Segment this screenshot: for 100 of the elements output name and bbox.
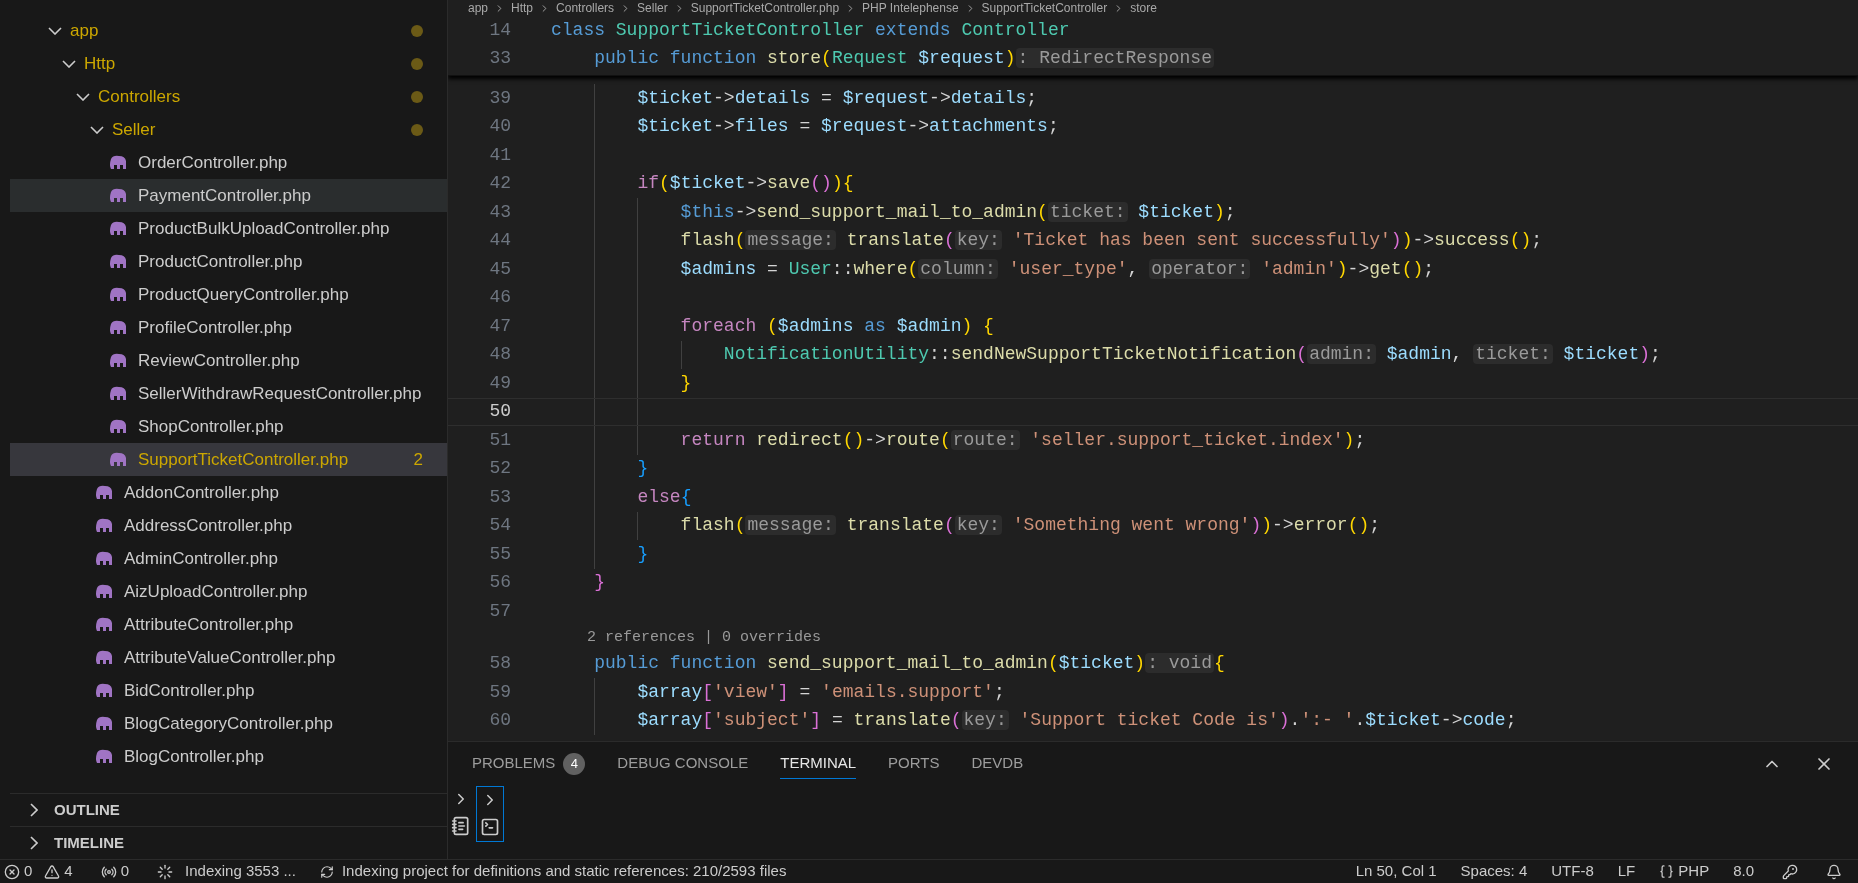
line-number: 58 (488, 652, 512, 676)
code-line: $array['view'] = 'emails.support'; (636, 680, 1005, 704)
file-name: ShopController.php (138, 415, 284, 438)
file-name: ProductQueryController.php (138, 283, 349, 306)
breadcrumb-item[interactable]: app (468, 0, 489, 16)
breadcrumb-item[interactable]: Controllers (556, 0, 615, 16)
line-ending[interactable]: LF (1617, 860, 1636, 883)
line-number: 46 (488, 286, 512, 310)
file-name: AdminController.php (124, 547, 279, 570)
file-name: AizUploadController.php (124, 580, 308, 603)
file-row[interactable]: AttributeValueController.php (10, 641, 447, 674)
codelens-text[interactable]: 2 references | 0 overrides (551, 627, 822, 650)
file-row[interactable]: ReviewController.php (10, 344, 447, 377)
panel-tab[interactable]: PORTS (888, 749, 940, 779)
notebook-icon[interactable] (451, 816, 471, 836)
line-number: 52 (488, 457, 512, 481)
breadcrumb-item[interactable]: Http (511, 0, 534, 16)
file-name: BidController.php (124, 679, 255, 702)
php-elephant-icon (108, 220, 128, 237)
code-line: public function store(Request $request): RedirectResponse (593, 47, 1214, 71)
code-line: return redirect()->route(route: 'seller.support_ticket.index'); (679, 428, 1366, 452)
breadcrumb-item[interactable]: Seller (637, 0, 668, 16)
file-row[interactable]: ShopController.php (10, 410, 447, 443)
php-elephant-icon (108, 319, 128, 336)
folder-row[interactable]: Http (10, 47, 447, 80)
line-number: 47 (488, 314, 512, 338)
php-elephant-icon (108, 253, 128, 270)
panel-tab[interactable]: TERMINAL (780, 749, 857, 779)
code-line: flash(message: translate(key: 'Something went wrong'))->error(); (679, 514, 1381, 538)
panel-tab[interactable]: DEBUG CONSOLE (617, 749, 749, 779)
php-elephant-icon (108, 286, 128, 303)
error-count[interactable]: 0 (24, 860, 33, 883)
problem-count-badge: 4 (563, 752, 586, 775)
php-elephant-icon (108, 187, 128, 204)
file-name: ReviewController.php (138, 349, 300, 372)
line-number: 53 (488, 485, 512, 509)
folder-name: app (70, 19, 99, 42)
warning-count[interactable]: 4 (64, 860, 73, 883)
code-line: NotificationUtility::sendNewSupportTicketNotification(admin: $admin, ticket: $ticket); (722, 343, 1661, 367)
breadcrumb-item[interactable]: SupportTicketController (981, 0, 1108, 16)
php-elephant-icon (108, 385, 128, 402)
folder-row[interactable]: Seller (10, 113, 447, 146)
panel-tab[interactable]: DEVDB (971, 749, 1024, 779)
line-number: 57 (488, 599, 512, 623)
warning-icon (44, 863, 61, 880)
language-mode[interactable]: PHP (1678, 860, 1710, 883)
breadcrumb-item[interactable]: store (1130, 0, 1157, 16)
indentation[interactable]: Spaces: 4 (1460, 860, 1528, 883)
code-line: $ticket->details = $request->details; (636, 86, 1038, 110)
line-number: 54 (488, 514, 512, 538)
php-elephant-icon (108, 418, 128, 435)
error-icon (4, 863, 20, 880)
file-row[interactable]: AizUploadController.php (10, 575, 447, 608)
folder-name: Http (84, 52, 116, 75)
file-row[interactable]: ProductBulkUploadController.php (10, 212, 447, 245)
folder-row[interactable]: Controllers (10, 80, 447, 113)
file-row[interactable]: BlogCategoryController.php (10, 707, 447, 740)
php-elephant-icon (94, 715, 114, 732)
file-name: AttributeValueController.php (124, 646, 336, 669)
section-header[interactable]: OUTLINE (10, 793, 447, 826)
panel-tab[interactable]: PROBLEMS 4 (472, 749, 586, 779)
breadcrumb-item[interactable]: PHP Intelephense (862, 0, 959, 16)
file-row[interactable]: SellerWithdrawRequestController.php (10, 377, 447, 410)
file-row[interactable]: OrderController.php (10, 146, 447, 179)
file-row[interactable]: AttributeController.php (10, 608, 447, 641)
code-line: $ticket->files = $request->attachments; (636, 115, 1059, 139)
folder-row[interactable]: app (10, 14, 447, 47)
file-row[interactable]: BidController.php (10, 674, 447, 707)
file-row[interactable]: PaymentController.php (10, 179, 447, 212)
file-name: OrderController.php (138, 151, 288, 174)
terminal-icon (480, 817, 500, 837)
code-line: class SupportTicketController extends Controller (551, 18, 1070, 42)
sync-icon (319, 864, 334, 879)
php-version[interactable]: 8.0 (1733, 860, 1754, 883)
file-row[interactable]: BlogController.php (10, 740, 447, 773)
code-line: } (636, 542, 649, 566)
notification-bell-icon[interactable] (1826, 863, 1842, 880)
file-row[interactable]: ProductQueryController.php (10, 278, 447, 311)
section-title: TIMELINE (54, 832, 124, 853)
php-elephant-icon (94, 550, 114, 567)
encoding[interactable]: UTF-8 (1551, 860, 1594, 883)
file-row[interactable]: ProductController.php (10, 245, 447, 278)
file-name: PaymentController.php (138, 184, 311, 207)
terminal-tab[interactable] (476, 786, 504, 842)
breadcrumb-item[interactable]: SupportTicketController.php (690, 0, 840, 16)
code-line: flash(message: translate(key: 'Ticket has been sent successfully'))->success(); (679, 229, 1543, 253)
file-row[interactable]: ProfileController.php (10, 311, 447, 344)
key-icon[interactable] (1782, 863, 1798, 880)
cursor-position[interactable]: Ln 50, Col 1 (1355, 860, 1437, 883)
file-name: BlogController.php (124, 745, 264, 768)
code-line: $this->send_support_mail_to_admin(ticket: $ticket); (679, 200, 1236, 224)
file-row[interactable]: AdminController.php (10, 542, 447, 575)
file-row[interactable]: AddonController.php (10, 476, 447, 509)
file-row[interactable]: AddressController.php (10, 509, 447, 542)
indexing-status[interactable]: Indexing 3553 ... (185, 860, 296, 883)
port-count[interactable]: 0 (120, 860, 130, 883)
line-number: 14 (488, 18, 512, 42)
file-row[interactable]: SupportTicketController.php 2 (10, 443, 447, 476)
file-name: SupportTicketController.php (138, 448, 349, 471)
folder-name: Controllers (98, 85, 181, 108)
